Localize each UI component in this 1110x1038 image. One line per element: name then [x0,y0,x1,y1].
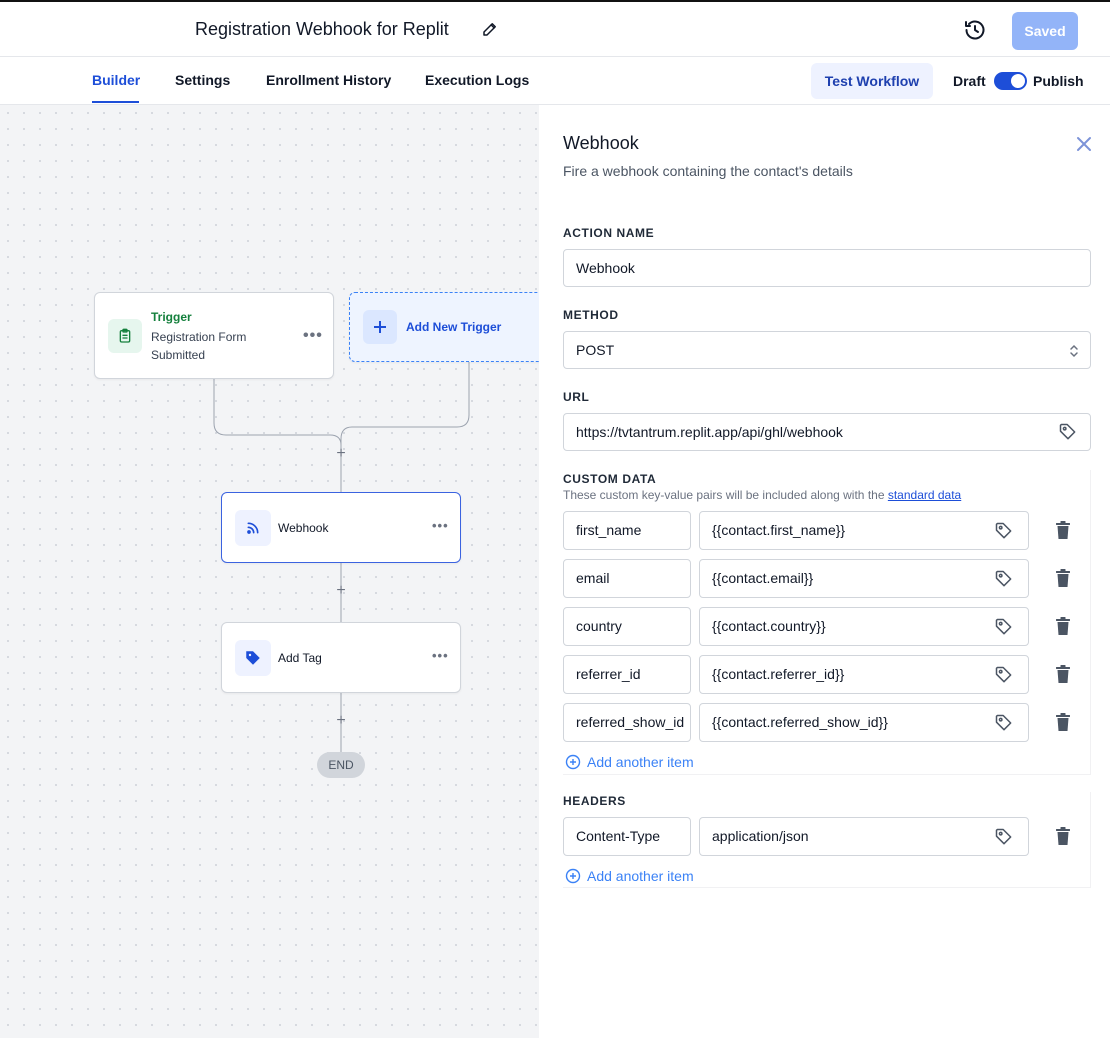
workflow-canvas[interactable]: Trigger Registration Form Submitted ••• … [0,105,539,1038]
add-custom-data-item-button[interactable]: Add another item [565,754,694,770]
tag-icon[interactable] [994,569,1014,589]
add-new-trigger-label: Add New Trigger [406,320,502,334]
plus-icon [363,310,397,344]
panel-title: Webhook [563,133,639,153]
add-tag-node-label: Add Tag [278,651,322,665]
tag-icon[interactable] [994,617,1014,637]
header-key-input[interactable]: Content-Type [563,817,691,856]
end-marker: END [317,752,365,778]
publish-toggle[interactable] [994,72,1027,90]
publish-label: Publish [1033,73,1084,89]
trash-icon[interactable] [1053,712,1073,732]
custom-data-value-input[interactable]: {{contact.referred_show_id}} [699,703,1029,742]
add-step-button[interactable]: + [333,712,349,730]
workflow-title: Registration Webhook for Replit [195,19,449,39]
trigger-node[interactable]: Trigger Registration Form Submitted ••• [94,292,334,379]
add-another-item-label: Add another item [587,868,694,884]
custom-data-value-input[interactable]: {{contact.first_name}} [699,511,1029,550]
custom-data-key-input[interactable]: first_name [563,511,691,550]
method-label: METHOD [563,308,619,322]
url-label: URL [563,390,590,404]
panel-subtitle: Fire a webhook containing the contact's … [563,163,853,179]
more-options-icon[interactable]: ••• [303,327,323,345]
custom-data-key-input[interactable]: referred_show_id [563,703,691,742]
action-name-input[interactable]: Webhook [563,249,1091,287]
close-icon[interactable] [1075,135,1093,153]
action-name-label: ACTION NAME [563,226,655,240]
history-icon[interactable] [963,18,987,42]
url-input[interactable]: https://tvtantrum.replit.app/api/ghl/web… [563,413,1091,451]
more-options-icon[interactable]: ••• [432,648,449,663]
tab-builder[interactable]: Builder [92,72,140,88]
method-select[interactable]: POST [563,331,1091,369]
custom-data-value: {{contact.email}} [712,570,814,586]
saved-button[interactable]: Saved [1012,12,1078,50]
tab-execution-logs[interactable]: Execution Logs [425,72,529,88]
tag-icon[interactable] [994,665,1014,685]
trash-icon[interactable] [1053,568,1073,588]
tab-enrollment-history[interactable]: Enrollment History [266,72,391,88]
draft-label: Draft [953,73,986,89]
more-options-icon[interactable]: ••• [432,518,449,533]
webhook-node[interactable]: Webhook ••• [221,492,461,563]
tab-bar: Builder Settings Enrollment History Exec… [0,58,1110,105]
plus-circle-icon [565,754,581,770]
trash-icon[interactable] [1053,664,1073,684]
add-new-trigger-node[interactable]: Add New Trigger [349,292,539,362]
tag-icon[interactable] [994,827,1014,847]
add-another-item-label: Add another item [587,754,694,770]
add-step-button[interactable]: + [333,445,349,463]
custom-data-key-input[interactable]: email [563,559,691,598]
test-workflow-button[interactable]: Test Workflow [811,63,933,99]
active-tab-indicator [92,101,139,103]
webhook-settings-panel: Webhook Fire a webhook containing the co… [539,105,1110,1038]
header-value: application/json [712,828,809,844]
custom-data-key-input[interactable]: referrer_id [563,655,691,694]
trash-icon[interactable] [1053,616,1073,636]
trigger-name: Registration Form Submitted [151,330,247,362]
pencil-icon[interactable] [481,20,499,38]
tag-icon[interactable] [994,521,1014,541]
header-value-input[interactable]: application/json [699,817,1029,856]
custom-data-key-input[interactable]: country [563,607,691,646]
top-bar: Registration Webhook for Replit Saved [0,2,1110,57]
plus-circle-icon [565,868,581,884]
url-value: https://tvtantrum.replit.app/api/ghl/web… [576,424,843,440]
trash-icon[interactable] [1053,826,1073,846]
clipboard-icon [108,319,142,353]
connector-lines [213,362,470,752]
tab-settings[interactable]: Settings [175,72,230,88]
add-step-button[interactable]: + [333,582,349,600]
custom-data-value: {{contact.country}} [712,618,826,634]
tag-icon [235,640,271,676]
action-name-value: Webhook [576,260,635,276]
webhook-node-label: Webhook [278,521,329,535]
method-value: POST [576,342,615,358]
toggle-knob [1011,74,1025,88]
trash-icon[interactable] [1053,520,1073,540]
custom-data-value: {{contact.first_name}} [712,522,846,538]
custom-data-value: {{contact.referrer_id}} [712,666,845,682]
tag-icon[interactable] [1058,422,1078,442]
chevron-updown-icon [1070,344,1078,358]
custom-data-value: {{contact.referred_show_id}} [712,714,888,730]
trigger-kind-label: Trigger [151,310,192,324]
custom-data-value-input[interactable]: {{contact.referrer_id}} [699,655,1029,694]
rss-icon [235,510,271,546]
tag-icon[interactable] [994,713,1014,733]
add-tag-node[interactable]: Add Tag ••• [221,622,461,693]
add-header-item-button[interactable]: Add another item [565,868,694,884]
custom-data-value-input[interactable]: {{contact.country}} [699,607,1029,646]
custom-data-value-input[interactable]: {{contact.email}} [699,559,1029,598]
